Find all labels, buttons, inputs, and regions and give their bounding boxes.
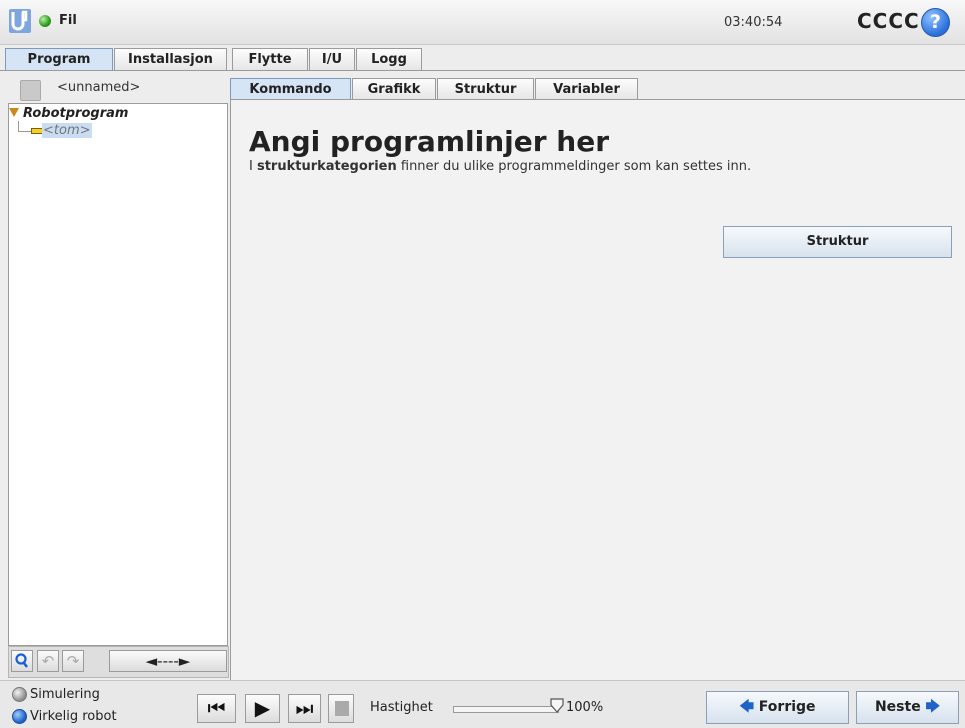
tab-struktur[interactable]: Struktur <box>437 78 534 99</box>
tree-expand-icon[interactable] <box>9 108 19 117</box>
move-node-button[interactable]: ◄----► <box>109 650 227 672</box>
move-arrows-icon: ◄----► <box>145 652 191 670</box>
speed-value: 100% <box>566 700 604 715</box>
save-icon[interactable] <box>20 80 41 101</box>
real-robot-radio[interactable] <box>12 709 27 724</box>
tab-logg[interactable]: Logg <box>356 48 422 70</box>
tab-kommando[interactable]: Kommando <box>230 78 351 99</box>
instruction-prefix: I <box>249 159 257 174</box>
tab-installasjon[interactable]: Installasjon <box>114 48 227 70</box>
redo-icon: ↷ <box>66 652 80 670</box>
tab-io[interactable]: I/U <box>309 48 355 70</box>
structure-button[interactable]: Struktur <box>723 226 952 258</box>
stop-icon <box>335 701 349 716</box>
program-tree[interactable]: Robotprogram <tom> <box>8 103 228 646</box>
undo-icon: ↶ <box>41 652 55 670</box>
speed-slider-thumb[interactable] <box>549 697 565 713</box>
redo-button[interactable]: ↷ <box>62 650 84 672</box>
tab-flytte[interactable]: Flytte <box>232 48 308 70</box>
play-button[interactable]: ▶ <box>245 694 280 723</box>
stop-button[interactable] <box>328 694 354 723</box>
simulation-radio[interactable] <box>12 687 27 702</box>
search-icon <box>15 653 29 668</box>
real-robot-label[interactable]: Virkelig robot <box>30 709 117 724</box>
file-menu[interactable]: Fil <box>59 13 77 28</box>
undo-button[interactable]: ↶ <box>37 650 59 672</box>
instruction-suffix: finner du ulike programmeldinger som kan… <box>396 159 752 174</box>
arrow-left-icon: 🡄 <box>739 699 754 715</box>
tree-connector <box>18 121 31 132</box>
tab-variabler[interactable]: Variabler <box>535 78 638 99</box>
tab-grafikk[interactable]: Grafikk <box>352 78 436 99</box>
step-button[interactable]: ⏭ <box>288 694 321 723</box>
tree-node-empty[interactable]: <tom> <box>42 123 92 138</box>
tree-root-robotprogram[interactable]: Robotprogram <box>23 106 128 121</box>
clock: 03:40:54 <box>724 15 783 30</box>
speed-label: Hastighet <box>370 700 433 715</box>
robot-status-icon <box>39 15 51 27</box>
program-tree-panel: <unnamed> Robotprogram <tom> ↶ ↷ ◄----► <box>5 71 229 679</box>
tab-program[interactable]: Program <box>5 48 113 70</box>
previous-button[interactable]: 🡄 Forrige <box>706 691 849 724</box>
tree-toolbar: ↶ ↷ ◄----► <box>8 646 229 678</box>
speed-slider-track[interactable] <box>453 706 559 713</box>
ur-logo-icon <box>9 9 31 33</box>
help-icon[interactable]: ? <box>921 8 950 37</box>
arrow-right-icon: 🡆 <box>925 699 941 715</box>
search-button[interactable] <box>11 650 33 672</box>
robot-name: CCCC <box>857 9 920 33</box>
program-name-row: <unnamed> <box>5 74 228 101</box>
instruction-bold: strukturkategorien <box>256 159 397 174</box>
command-content: Angi programlinjer her I strukturkategor… <box>230 99 965 680</box>
previous-label: Forrige <box>758 699 816 715</box>
next-label: Neste <box>874 699 921 715</box>
rewind-button[interactable]: ⏮ <box>197 694 236 723</box>
program-name: <unnamed> <box>57 80 141 95</box>
page-title: Angi programlinjer her <box>249 125 610 158</box>
top-bar: Fil 03:40:54 CCCC ? <box>0 0 965 45</box>
skip-start-icon: ⏮ <box>207 696 226 720</box>
simulation-label[interactable]: Simulering <box>30 687 100 702</box>
instruction-text: I strukturkategorien finner du ulike pro… <box>249 159 751 174</box>
play-icon: ▶ <box>254 696 271 720</box>
step-icon: ⏭ <box>295 696 314 720</box>
next-button[interactable]: Neste 🡆 <box>856 691 959 724</box>
